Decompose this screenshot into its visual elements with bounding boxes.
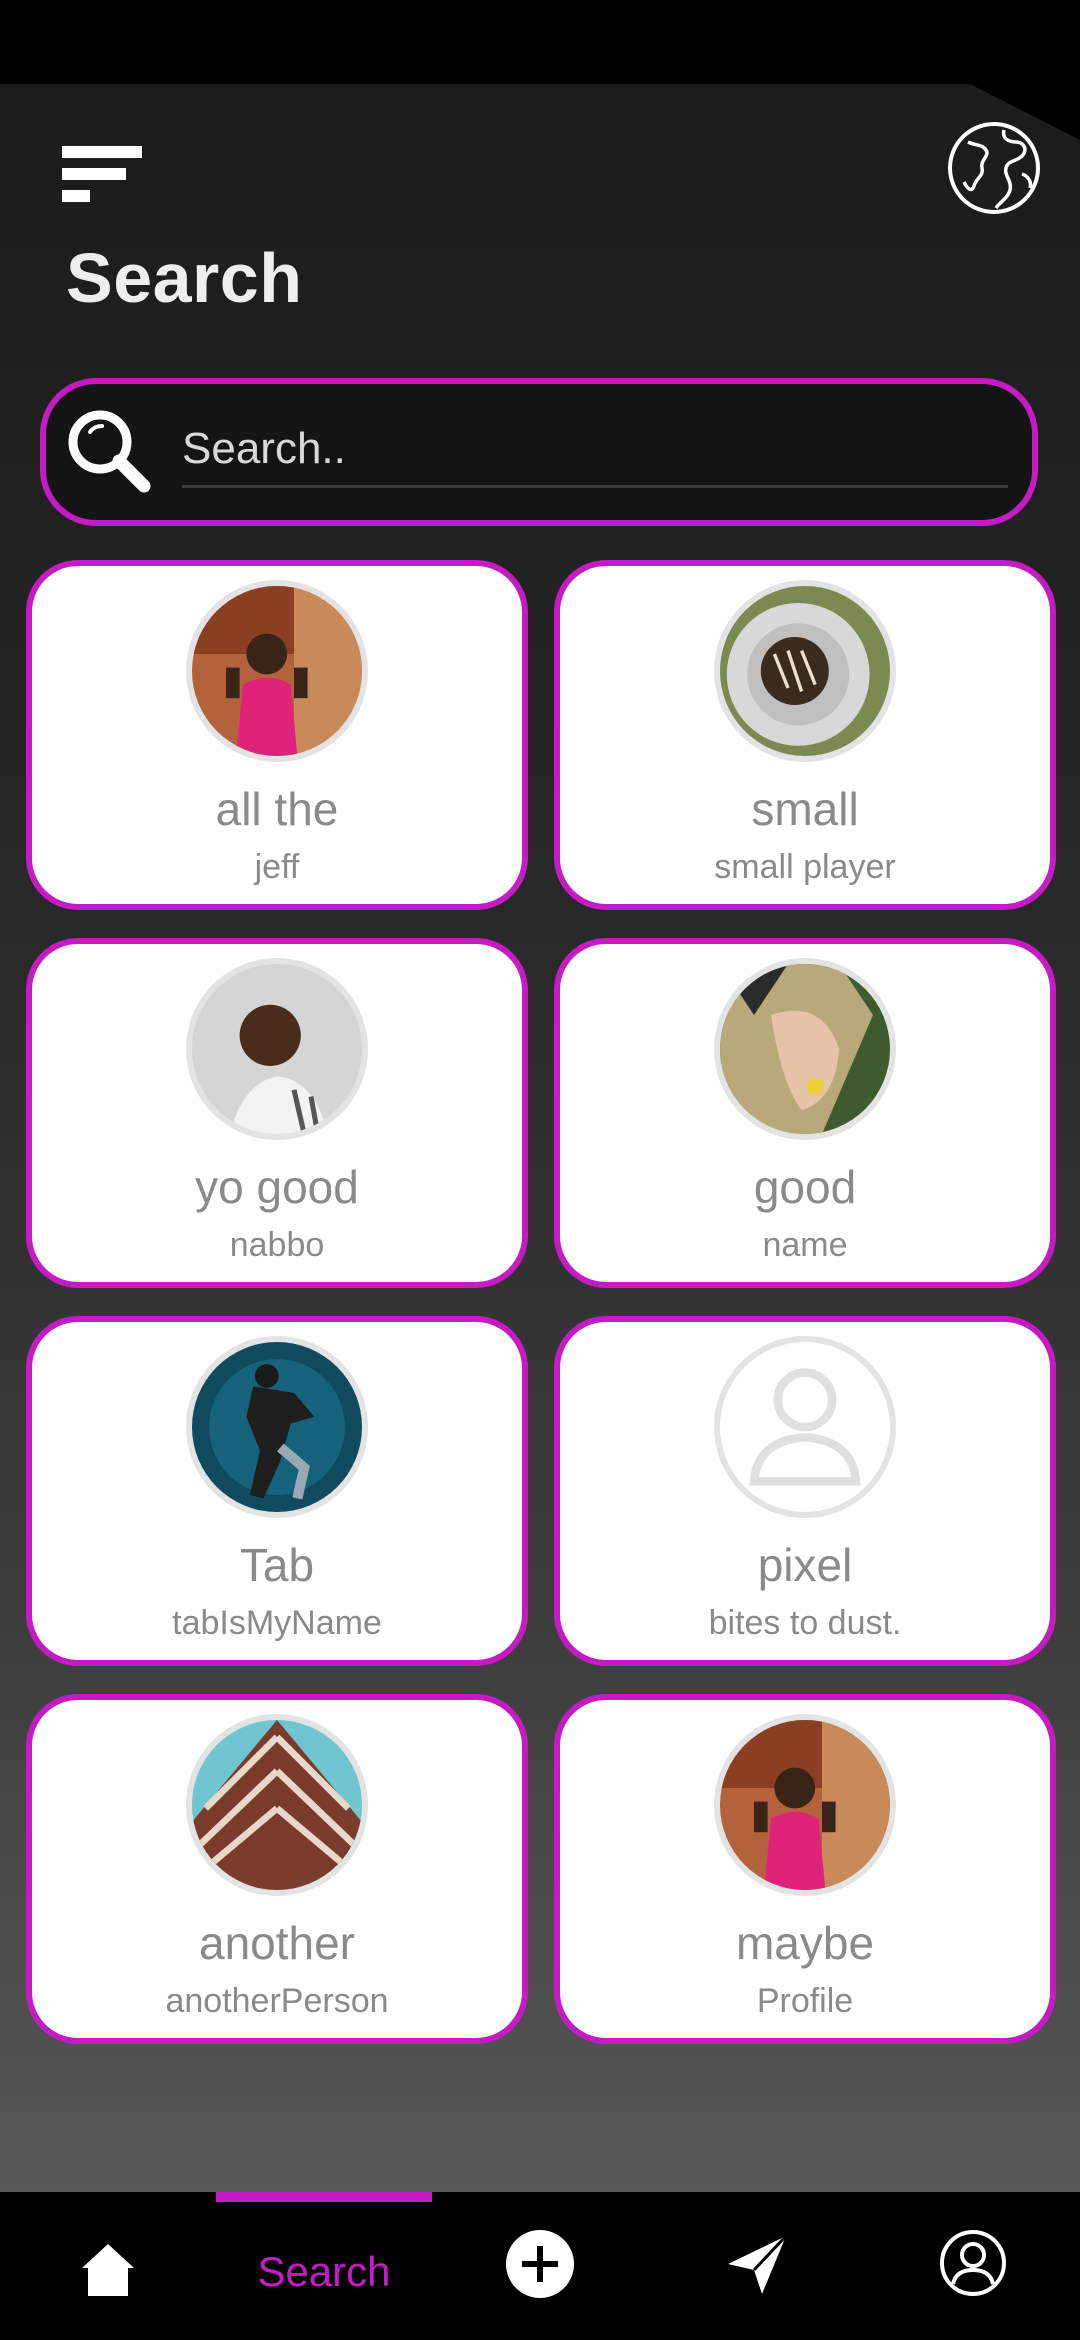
profile-card[interactable]: Tab tabIsMyName bbox=[26, 1316, 528, 1666]
default-avatar-icon bbox=[714, 1336, 896, 1518]
menu-line bbox=[62, 168, 126, 180]
search-icon bbox=[68, 410, 151, 493]
profile-name: all the bbox=[215, 783, 339, 835]
menu-line bbox=[62, 190, 90, 202]
profile-username: anotherPerson bbox=[165, 1982, 389, 2020]
search-input[interactable] bbox=[182, 412, 1008, 488]
profile-username: jeff bbox=[254, 848, 300, 886]
status-bar bbox=[0, 0, 1080, 84]
profile-card[interactable]: small small player bbox=[554, 560, 1056, 910]
profile-username: small player bbox=[714, 848, 896, 886]
profile-username: bites to dust. bbox=[708, 1604, 902, 1642]
profile-card[interactable]: all the jeff bbox=[26, 560, 528, 910]
profile-username: Profile bbox=[756, 1982, 854, 2020]
nav-search-tab[interactable]: Search bbox=[216, 2248, 432, 2296]
menu-button[interactable] bbox=[62, 140, 148, 206]
profile-name: maybe bbox=[735, 1917, 875, 1969]
avatar bbox=[186, 580, 368, 762]
page-title: Search bbox=[66, 239, 303, 317]
profile-card[interactable]: good name bbox=[554, 938, 1056, 1288]
add-circle-icon[interactable] bbox=[504, 2228, 576, 2300]
globe-icon[interactable] bbox=[946, 120, 1042, 216]
profile-card[interactable]: maybe Profile bbox=[554, 1694, 1056, 2044]
menu-line bbox=[62, 146, 142, 158]
profile-name: pixel bbox=[757, 1539, 853, 1591]
profile-username: name bbox=[762, 1226, 848, 1264]
avatar bbox=[714, 958, 896, 1140]
send-icon[interactable] bbox=[724, 2232, 790, 2298]
avatar bbox=[186, 958, 368, 1140]
profile-name: yo good bbox=[195, 1161, 359, 1213]
search-screen: Search all the jeff bbox=[0, 84, 1080, 2192]
active-tab-indicator bbox=[216, 2192, 432, 2202]
profile-name: good bbox=[753, 1161, 857, 1213]
profile-icon[interactable] bbox=[938, 2228, 1008, 2298]
home-icon[interactable] bbox=[78, 2240, 138, 2300]
bottom-nav: Search bbox=[0, 2192, 1080, 2340]
profile-card[interactable]: yo good nabbo bbox=[26, 938, 528, 1288]
profile-card[interactable]: another anotherPerson bbox=[26, 1694, 528, 2044]
profile-name: another bbox=[198, 1917, 355, 1969]
profile-username: tabIsMyName bbox=[172, 1604, 382, 1642]
avatar bbox=[186, 1336, 368, 1518]
avatar bbox=[714, 1714, 896, 1896]
profile-username: nabbo bbox=[229, 1226, 325, 1264]
avatar bbox=[186, 1714, 368, 1896]
search-bar[interactable] bbox=[40, 378, 1038, 526]
profile-name: small bbox=[751, 783, 859, 835]
avatar bbox=[714, 580, 896, 762]
profile-card[interactable]: pixel bites to dust. bbox=[554, 1316, 1056, 1666]
profile-name: Tab bbox=[239, 1539, 315, 1591]
